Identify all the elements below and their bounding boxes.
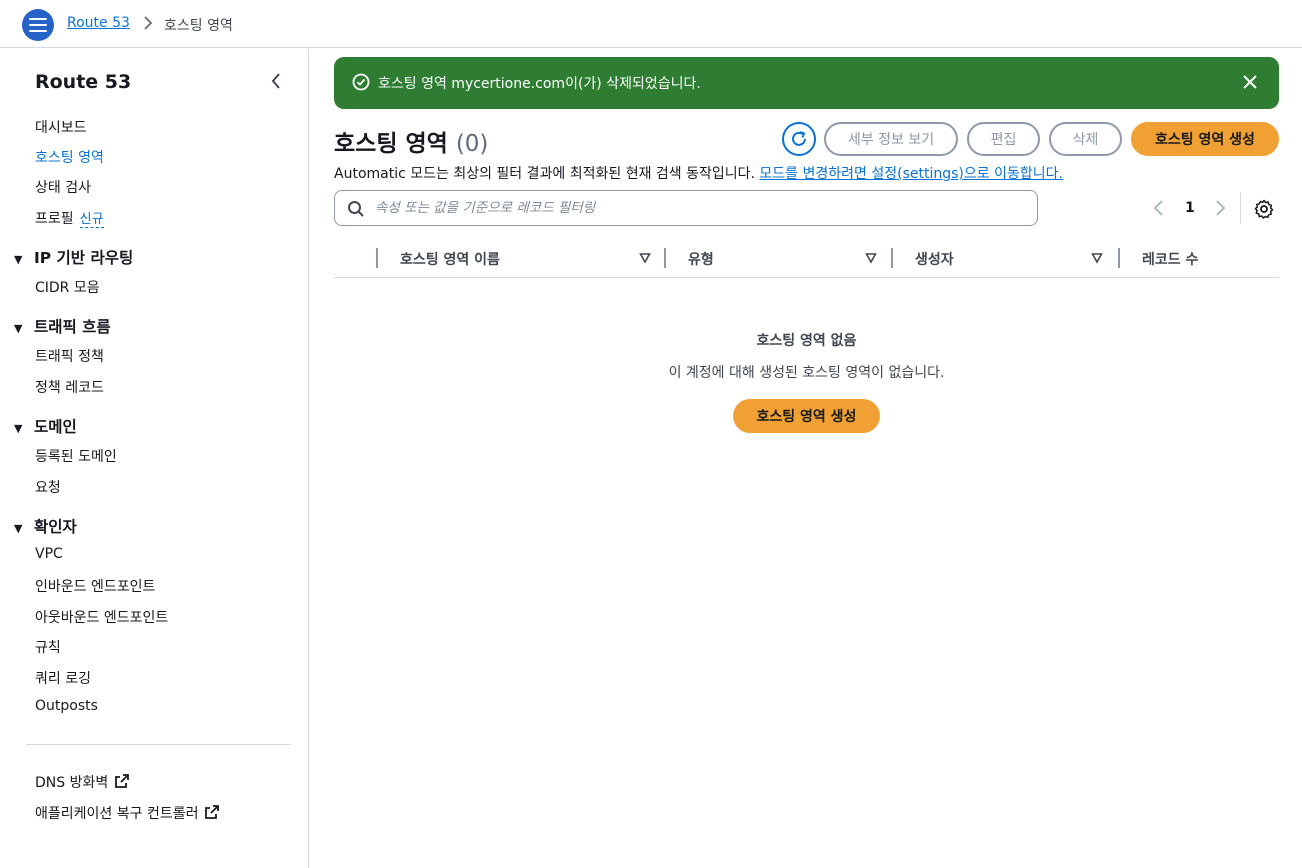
refresh-icon [792,131,806,146]
table-header: 호스팅 영역 이름 유형 생성자 레코드 수 [334,242,1279,278]
delete-button[interactable]: 삭제 [1049,122,1122,156]
section-label: IP 기반 라우팅 [34,249,134,267]
sidebar-item-outposts[interactable]: Outposts [35,698,98,714]
empty-state-description: 이 계정에 대해 생성된 호스팅 영역이 없습니다. [668,365,945,381]
section-label: 도메인 [34,418,77,436]
flash-message: 호스팅 영역 mycertione.com이(가) 삭제되었습니다. [378,76,701,92]
sidebar-item-label: 애플리케이션 복구 컨트롤러 [35,806,199,822]
caret-down-icon: ▼ [14,522,23,535]
sidebar-item-requests[interactable]: 요청 [35,477,61,497]
hosted-zone-count: (0) [455,131,489,157]
empty-create-hosted-zone-button[interactable]: 호스팅 영역 생성 [733,399,880,433]
sidebar-item-cidr[interactable]: CIDR 모음 [35,277,100,297]
success-flash: 호스팅 영역 mycertione.com이(가) 삭제되었습니다. [334,57,1279,109]
sidebar-item-traffic-policies[interactable]: 트래픽 정책 [35,346,104,366]
chevron-right-icon [144,16,153,30]
column-header-type[interactable]: 유형 [688,249,714,269]
sidebar-divider [26,744,291,745]
close-icon[interactable] [1241,73,1259,91]
top-bar: Route 53 호스팅 영역 [0,0,1302,48]
gear-icon[interactable] [1254,199,1274,219]
empty-state-title: 호스팅 영역 없음 [756,333,857,349]
column-header-created-by[interactable]: 생성자 [915,249,954,269]
next-page-icon[interactable] [1213,199,1227,217]
sidebar-item-vpc[interactable]: VPC [35,546,63,562]
sidebar-title[interactable]: Route 53 [35,71,131,93]
breadcrumb-root-link[interactable]: Route 53 [67,15,130,31]
column-header-name[interactable]: 호스팅 영역 이름 [400,249,500,269]
search-icon [348,201,364,217]
new-badge: 신규 [79,212,104,228]
sidebar-item-label: 프로필 [35,211,74,227]
page-title: 호스팅 영역 (0) [334,124,488,158]
column-separator [891,248,893,268]
section-label: 트래픽 흐름 [34,318,111,336]
sidebar-item-profiles[interactable]: 프로필 신규 [35,208,104,228]
page-title-text: 호스팅 영역 [334,131,448,157]
caret-down-icon: ▼ [14,322,23,335]
sort-icon[interactable] [1091,252,1103,264]
section-ip-routing[interactable]: ▼ IP 기반 라우팅 [14,246,133,268]
view-details-button[interactable]: 세부 정보 보기 [824,122,958,156]
section-domains[interactable]: ▼ 도메인 [14,415,77,437]
search-mode-description: Automatic 모드는 최상의 필터 결과에 최적화된 현재 검색 동작입니… [334,163,1063,183]
sidebar-item-outbound-endpoints[interactable]: 아웃바운드 엔드포인트 [35,607,168,627]
column-separator [664,248,666,268]
menu-icon[interactable] [22,9,54,41]
create-hosted-zone-button[interactable]: 호스팅 영역 생성 [1131,122,1279,156]
refresh-button[interactable] [782,122,816,156]
settings-link[interactable]: 모드를 변경하려면 설정(settings)으로 이동합니다. [759,166,1063,182]
sidebar-item-inbound-endpoints[interactable]: 인바운드 엔드포인트 [35,576,155,596]
sidebar-item-dashboard[interactable]: 대시보드 [35,117,87,137]
sidebar-item-health-checks[interactable]: 상태 검사 [35,177,91,197]
collapse-sidebar-icon[interactable] [268,71,284,91]
sidebar-item-hosted-zones[interactable]: 호스팅 영역 [35,147,104,167]
breadcrumb-current: 호스팅 영역 [164,18,233,34]
column-separator [1118,248,1120,268]
sidebar-item-arc[interactable]: 애플리케이션 복구 컨트롤러 [35,803,220,823]
section-traffic-flow[interactable]: ▼ 트래픽 흐름 [14,315,111,337]
sidebar-item-label: DNS 방화벽 [35,775,109,791]
external-link-icon [205,805,220,819]
edit-button[interactable]: 편집 [967,122,1040,156]
sidebar-item-registered-domains[interactable]: 등록된 도메인 [35,446,117,466]
description-text: Automatic 모드는 최상의 필터 결과에 최적화된 현재 검색 동작입니… [334,166,755,182]
sidebar-item-policy-records[interactable]: 정책 레코드 [35,377,104,397]
previous-page-icon[interactable] [1152,199,1166,217]
section-label: 확인자 [34,518,77,536]
check-circle-icon [352,73,370,91]
column-separator [376,248,378,268]
sort-icon[interactable] [639,252,651,264]
page-number[interactable]: 1 [1185,200,1195,216]
caret-down-icon: ▼ [14,422,23,435]
section-resolver[interactable]: ▼ 확인자 [14,515,77,537]
sidebar-item-query-logging[interactable]: 쿼리 로깅 [35,668,91,688]
sidebar-item-dns-firewall[interactable]: DNS 방화벽 [35,772,130,792]
pagination-divider [1240,192,1241,224]
sidebar-item-rules[interactable]: 규칙 [35,637,61,657]
column-header-record-count[interactable]: 레코드 수 [1142,249,1198,269]
search-input[interactable] [375,197,1025,219]
external-link-icon [115,774,130,788]
sidebar: Route 53 대시보드 호스팅 영역 상태 검사 프로필 신규 ▼ IP 기반 … [0,49,309,868]
sort-icon[interactable] [865,252,877,264]
caret-down-icon: ▼ [14,253,23,266]
filter-search [334,190,1038,226]
